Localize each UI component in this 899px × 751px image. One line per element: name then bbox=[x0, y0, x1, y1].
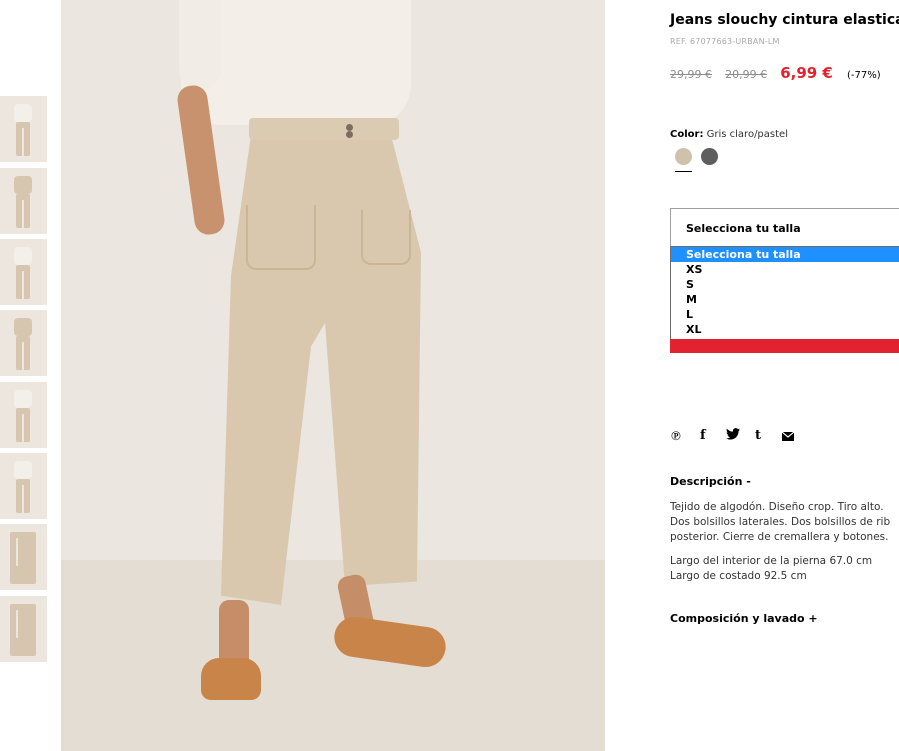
thumbnail-6[interactable] bbox=[0, 453, 47, 519]
color-swatch-dark-grey[interactable] bbox=[701, 148, 718, 165]
product-figure bbox=[14, 247, 32, 299]
size-option-xl[interactable]: XL bbox=[671, 322, 899, 337]
color-row: Color: Gris claro/pastel bbox=[670, 129, 788, 140]
thumbnail-3[interactable] bbox=[0, 239, 47, 305]
twitter-icon[interactable] bbox=[726, 428, 740, 444]
description-line: posterior. Cierre de cremallera y botone… bbox=[670, 531, 889, 543]
description-toggle[interactable]: Descripción - bbox=[670, 475, 751, 488]
product-figure bbox=[14, 390, 32, 442]
image-sleeve bbox=[179, 0, 221, 90]
main-product-image[interactable] bbox=[61, 0, 605, 751]
color-swatch-beige[interactable] bbox=[675, 148, 692, 165]
product-figure bbox=[14, 176, 32, 228]
product-figure bbox=[14, 104, 32, 156]
current-price: 6,99 € bbox=[780, 64, 833, 82]
size-option-placeholder[interactable]: Selecciona tu talla bbox=[671, 247, 899, 262]
original-price: 29,99 € bbox=[670, 68, 712, 81]
pinterest-icon[interactable]: ℗ bbox=[671, 428, 681, 444]
previous-price: 20,99 € bbox=[725, 68, 768, 81]
measure-line: Largo del interior de la pierna 67.0 cm bbox=[670, 555, 873, 567]
composition-toggle[interactable]: Composición y lavado + bbox=[670, 612, 818, 625]
image-sandal bbox=[201, 658, 261, 700]
image-floor bbox=[61, 560, 605, 751]
image-pocket bbox=[361, 210, 411, 265]
product-figure bbox=[14, 461, 32, 513]
thumbnail-8[interactable] bbox=[0, 596, 47, 662]
color-value: Gris claro/pastel bbox=[706, 129, 788, 140]
image-waistband bbox=[249, 118, 399, 140]
product-figure bbox=[14, 318, 32, 370]
description-text: Tejido de algodón. Diseño crop. Tiro alt… bbox=[670, 500, 899, 545]
tumblr-icon[interactable]: t bbox=[755, 428, 761, 444]
product-figure bbox=[10, 604, 36, 656]
price-row: 29,99 € 20,99 € 6,99 € (-77%) bbox=[670, 63, 881, 82]
measure-line: Largo de costado 92.5 cm bbox=[670, 570, 807, 582]
selected-swatch-indicator bbox=[675, 171, 692, 172]
description-measurements: Largo del interior de la pierna 67.0 cm … bbox=[670, 554, 872, 584]
size-option-s[interactable]: S bbox=[671, 277, 899, 292]
thumbnail-4[interactable] bbox=[0, 310, 47, 376]
image-button bbox=[346, 131, 353, 138]
color-label: Color: bbox=[670, 129, 704, 140]
thumbnail-7[interactable] bbox=[0, 524, 47, 590]
size-select[interactable]: Selecciona tu talla bbox=[670, 208, 899, 247]
discount-badge: (-77%) bbox=[846, 70, 881, 81]
product-figure bbox=[10, 532, 36, 584]
size-option-l[interactable]: L bbox=[671, 307, 899, 322]
thumbnail-5[interactable] bbox=[0, 382, 47, 448]
add-to-bag-button[interactable] bbox=[670, 339, 899, 353]
size-option-xs[interactable]: XS bbox=[671, 262, 899, 277]
thumbnail-2[interactable] bbox=[0, 168, 47, 234]
email-icon[interactable] bbox=[781, 430, 795, 446]
description-line: Dos bolsillos laterales. Dos bolsillos d… bbox=[670, 516, 891, 528]
size-dropdown: Selecciona tu talla XS S M L XL bbox=[670, 246, 899, 343]
image-button bbox=[346, 124, 353, 131]
description-line: Tejido de algodón. Diseño crop. Tiro alt… bbox=[670, 501, 884, 513]
thumbnail-1[interactable] bbox=[0, 96, 47, 162]
facebook-icon[interactable]: f bbox=[700, 428, 706, 444]
image-pocket bbox=[246, 205, 316, 270]
size-option-m[interactable]: M bbox=[671, 292, 899, 307]
product-reference: REF. 67077663-URBAN-LM bbox=[670, 37, 780, 46]
product-title: Jeans slouchy cintura elastica bbox=[670, 12, 899, 28]
